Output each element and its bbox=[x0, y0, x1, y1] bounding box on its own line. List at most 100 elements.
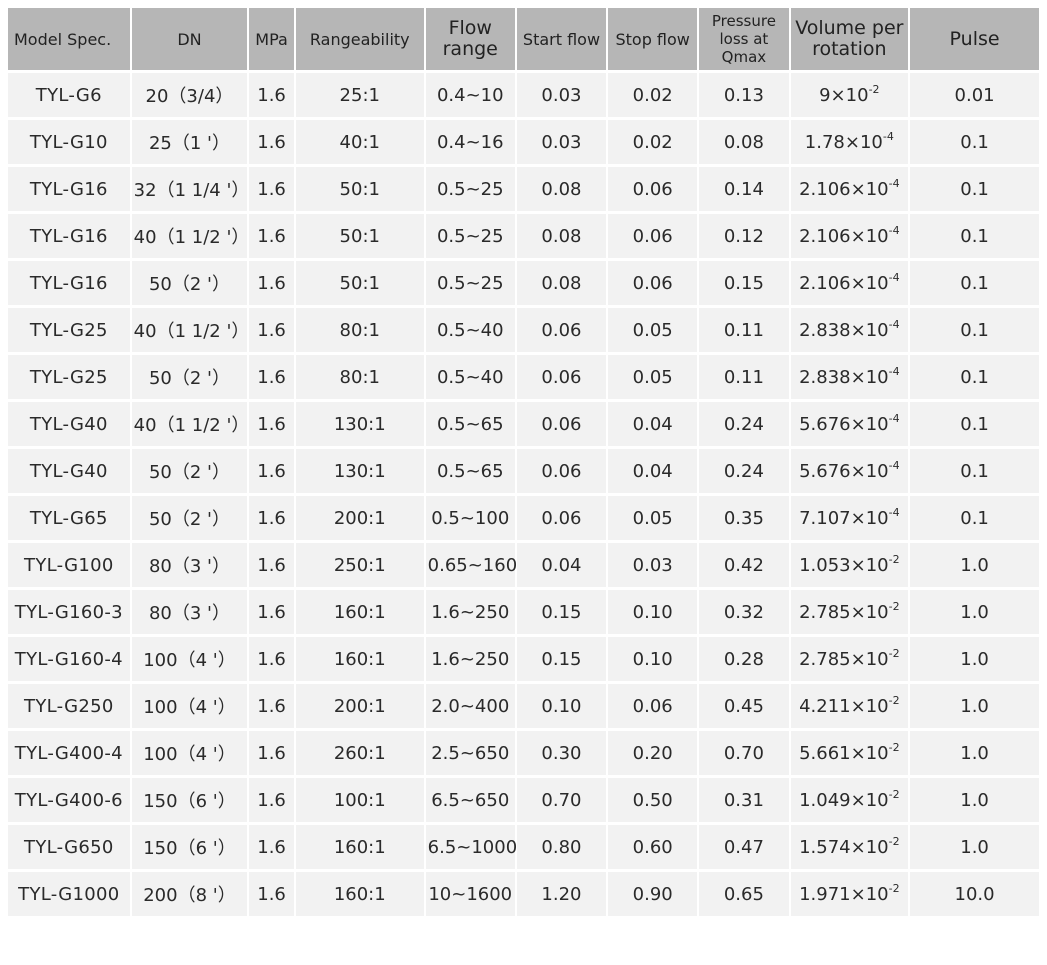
start-flow-cell: 0.80 bbox=[516, 825, 607, 869]
table-row: TYL-G160-3 80（3 '） 1.6 160:1 1.6~250 0.15 0.10… bbox=[8, 590, 1039, 634]
volume-exponent: -2 bbox=[868, 82, 880, 96]
model-cell: TYL-G40 bbox=[8, 402, 130, 446]
model-cell: TYL-G400-4 bbox=[8, 731, 130, 775]
pressure-loss-cell: 0.70 bbox=[699, 731, 789, 775]
pressure-loss-cell: 0.32 bbox=[699, 590, 789, 634]
model-cell: TYL-G160-3 bbox=[8, 590, 130, 634]
volume-exponent: -2 bbox=[888, 881, 900, 895]
header-row: Model Spec. DN MPa Rangeability Flow ran… bbox=[8, 8, 1039, 70]
volume-mantissa: 2.106×10 bbox=[799, 225, 889, 247]
pressure-loss-cell: 0.12 bbox=[699, 214, 789, 258]
model-cell: TYL-G250 bbox=[8, 684, 130, 728]
volume-mantissa: 2.838×10 bbox=[799, 366, 889, 388]
start-flow-cell: 0.06 bbox=[516, 449, 607, 493]
dn-cell: 25（1 '） bbox=[131, 120, 248, 164]
stop-flow-cell: 0.90 bbox=[608, 872, 698, 916]
header-rangeability: Rangeability bbox=[295, 8, 424, 70]
volume-mantissa: 2.838×10 bbox=[799, 319, 889, 341]
volume-exponent: -2 bbox=[888, 599, 900, 613]
flow-range-cell: 2.5~650 bbox=[425, 731, 515, 775]
volume-per-rotation-cell: 2.106×10-4 bbox=[790, 261, 909, 305]
spec-table-body: TYL-G6 20（3/4） 1.6 25:1 0.4~10 0.03 0.02 0.13 9×… bbox=[8, 73, 1039, 916]
volume-per-rotation-cell: 1.78×10-4 bbox=[790, 120, 909, 164]
start-flow-cell: 0.06 bbox=[516, 496, 607, 540]
header-stop-flow: Stop flow bbox=[608, 8, 698, 70]
volume-per-rotation-cell: 2.106×10-4 bbox=[790, 214, 909, 258]
volume-exponent: -4 bbox=[888, 458, 900, 472]
mpa-cell: 1.6 bbox=[249, 449, 294, 493]
table-row: TYL-G650 150（6 '） 1.6 160:1 6.5~1000 0.80 0.60… bbox=[8, 825, 1039, 869]
mpa-cell: 1.6 bbox=[249, 731, 294, 775]
flow-range-cell: 0.5~25 bbox=[425, 261, 515, 305]
table-row: TYL-G40 40（1 1/2 '） 1.6 130:1 0.5~65 0.06 0.04… bbox=[8, 402, 1039, 446]
table-row: TYL-G160-4 100（4 '） 1.6 160:1 1.6~250 0.15 0.1… bbox=[8, 637, 1039, 681]
stop-flow-cell: 0.02 bbox=[608, 73, 698, 117]
rangeability-cell: 250:1 bbox=[295, 543, 424, 587]
volume-per-rotation-cell: 5.676×10-4 bbox=[790, 402, 909, 446]
volume-mantissa: 1.78×10 bbox=[804, 131, 883, 153]
mpa-cell: 1.6 bbox=[249, 825, 294, 869]
flow-range-cell: 0.5~25 bbox=[425, 214, 515, 258]
mpa-cell: 1.6 bbox=[249, 496, 294, 540]
mpa-cell: 1.6 bbox=[249, 684, 294, 728]
pressure-loss-cell: 0.11 bbox=[699, 355, 789, 399]
dn-cell: 100（4 '） bbox=[131, 684, 248, 728]
table-row: TYL-G400-6 150（6 '） 1.6 100:1 6.5~650 0.70 0.5… bbox=[8, 778, 1039, 822]
dn-cell: 150（6 '） bbox=[131, 825, 248, 869]
volume-exponent: -4 bbox=[888, 317, 900, 331]
pressure-loss-cell: 0.31 bbox=[699, 778, 789, 822]
rangeability-cell: 25:1 bbox=[295, 73, 424, 117]
volume-per-rotation-cell: 5.676×10-4 bbox=[790, 449, 909, 493]
dn-cell: 100（4 '） bbox=[131, 637, 248, 681]
stop-flow-cell: 0.06 bbox=[608, 261, 698, 305]
volume-exponent: -4 bbox=[888, 270, 900, 284]
dn-cell: 50（2 '） bbox=[131, 496, 248, 540]
pulse-cell: 1.0 bbox=[910, 825, 1039, 869]
pressure-loss-cell: 0.14 bbox=[699, 167, 789, 211]
pressure-loss-cell: 0.15 bbox=[699, 261, 789, 305]
volume-mantissa: 2.106×10 bbox=[799, 272, 889, 294]
start-flow-cell: 0.03 bbox=[516, 73, 607, 117]
pulse-cell: 1.0 bbox=[910, 543, 1039, 587]
stop-flow-cell: 0.50 bbox=[608, 778, 698, 822]
mpa-cell: 1.6 bbox=[249, 590, 294, 634]
start-flow-cell: 0.70 bbox=[516, 778, 607, 822]
mpa-cell: 1.6 bbox=[249, 543, 294, 587]
start-flow-cell: 0.08 bbox=[516, 214, 607, 258]
flow-range-cell: 1.6~250 bbox=[425, 637, 515, 681]
flow-range-cell: 6.5~650 bbox=[425, 778, 515, 822]
rangeability-cell: 160:1 bbox=[295, 637, 424, 681]
rangeability-cell: 50:1 bbox=[295, 167, 424, 211]
dn-cell: 20（3/4） bbox=[131, 73, 248, 117]
flow-range-cell: 0.65~160 bbox=[425, 543, 517, 587]
dn-cell: 100（4 '） bbox=[131, 731, 248, 775]
header-volume-per-rotation: Volume per rotation bbox=[790, 8, 909, 70]
header-model-spec: Model Spec. bbox=[8, 8, 130, 70]
table-row: TYL-G65 50（2 '） 1.6 200:1 0.5~100 0.06 0.05 0.3… bbox=[8, 496, 1039, 540]
pressure-loss-cell: 0.42 bbox=[699, 543, 789, 587]
dn-cell: 32（1 1/4 '） bbox=[131, 167, 249, 211]
stop-flow-cell: 0.04 bbox=[608, 449, 698, 493]
table-row: TYL-G10 25（1 '） 1.6 40:1 0.4~16 0.03 0.02 0.08 1… bbox=[8, 120, 1039, 164]
model-cell: TYL-G100 bbox=[8, 543, 130, 587]
volume-per-rotation-cell: 5.661×10-2 bbox=[790, 731, 909, 775]
table-row: TYL-G1000 200（8 '） 1.6 160:1 10~1600 1.20 0.90… bbox=[8, 872, 1039, 916]
rangeability-cell: 50:1 bbox=[295, 261, 424, 305]
start-flow-cell: 0.30 bbox=[516, 731, 607, 775]
mpa-cell: 1.6 bbox=[249, 872, 294, 916]
stop-flow-cell: 0.06 bbox=[608, 684, 698, 728]
model-cell: TYL-G6 bbox=[8, 73, 130, 117]
rangeability-cell: 50:1 bbox=[295, 214, 424, 258]
flow-range-cell: 1.6~250 bbox=[425, 590, 515, 634]
volume-mantissa: 7.107×10 bbox=[799, 507, 889, 529]
volume-mantissa: 4.211×10 bbox=[799, 695, 889, 717]
dn-cell: 40（1 1/2 '） bbox=[131, 214, 249, 258]
volume-exponent: -4 bbox=[888, 411, 900, 425]
model-cell: TYL-G650 bbox=[8, 825, 130, 869]
pulse-cell: 0.1 bbox=[910, 167, 1039, 211]
flow-range-cell: 6.5~1000 bbox=[425, 825, 517, 869]
volume-per-rotation-cell: 2.838×10-4 bbox=[790, 355, 909, 399]
model-cell: TYL-G400-6 bbox=[8, 778, 130, 822]
stop-flow-cell: 0.05 bbox=[608, 308, 698, 352]
start-flow-cell: 0.06 bbox=[516, 308, 607, 352]
